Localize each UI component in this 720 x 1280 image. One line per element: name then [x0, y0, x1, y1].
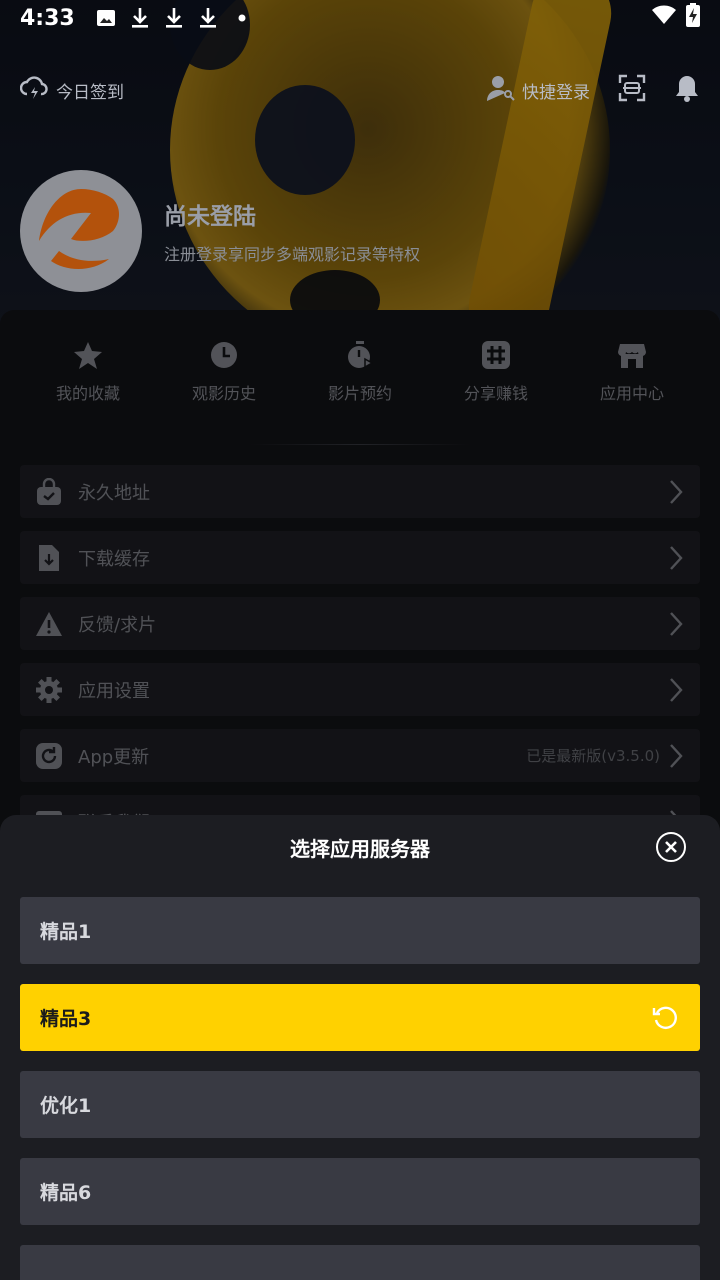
server-label: 精品3 — [40, 1008, 92, 1030]
server-select-sheet: 选择应用服务器 精品1 精品3 优化1 精品6 — [0, 815, 720, 1280]
profile-subtitle: 注册登录享同步多端观影记录等特权 — [164, 245, 421, 264]
checkin-label: 今日签到 — [56, 82, 124, 103]
sheet-title: 选择应用服务器 — [290, 837, 430, 861]
server-label: 优化1 — [40, 1095, 92, 1117]
status-bar: 4:33 — [0, 0, 720, 36]
server-option[interactable] — [20, 1245, 700, 1280]
server-label: 精品1 — [40, 921, 92, 943]
server-option-selected[interactable]: 精品3 — [20, 984, 700, 1051]
close-button[interactable] — [656, 832, 686, 862]
download-icon — [163, 7, 185, 29]
server-option[interactable]: 优化1 — [20, 1071, 700, 1138]
battery-charging-icon — [686, 3, 700, 33]
checkin-button[interactable]: 今日签到 — [19, 75, 124, 106]
download-icon — [197, 7, 219, 29]
app-logo-icon — [39, 189, 119, 269]
server-option[interactable]: 精品1 — [20, 897, 700, 964]
bell-icon[interactable] — [674, 74, 700, 107]
refresh-icon[interactable] — [650, 1003, 680, 1033]
profile-name: 尚未登陆 — [164, 204, 256, 230]
status-time: 4:33 — [20, 5, 75, 31]
header-bar: 今日签到 快捷登录 — [19, 70, 700, 110]
server-label: 精品6 — [40, 1182, 92, 1204]
wifi-icon — [652, 5, 676, 31]
profile-section[interactable]: 尚未登陆 注册登录享同步多端观影记录等特权 — [20, 170, 420, 292]
dot-icon — [231, 7, 253, 29]
download-icon — [129, 7, 151, 29]
image-icon — [95, 7, 117, 29]
server-option[interactable]: 精品6 — [20, 1158, 700, 1225]
user-key-icon — [486, 74, 516, 107]
scan-icon[interactable] — [618, 74, 646, 107]
cloud-bolt-icon — [19, 75, 48, 106]
avatar[interactable] — [20, 170, 142, 292]
close-icon — [665, 841, 677, 853]
quick-login-button[interactable]: 快捷登录 — [486, 74, 590, 107]
server-list: 精品1 精品3 优化1 精品6 — [20, 897, 700, 1280]
quick-login-label: 快捷登录 — [522, 82, 590, 103]
